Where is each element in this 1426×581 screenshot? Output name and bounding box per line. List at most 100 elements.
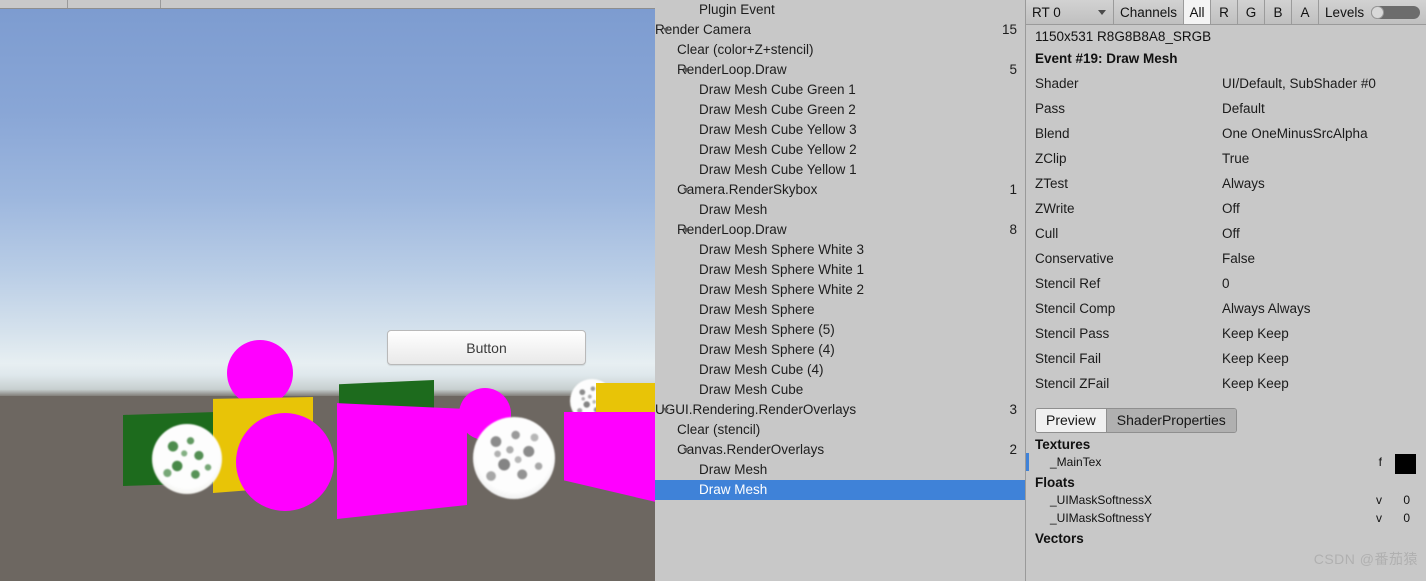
shader-state-key: ZTest (1035, 176, 1069, 191)
shader-state-row: Conservative False (1026, 246, 1426, 271)
channel-a-button[interactable]: A (1292, 0, 1320, 24)
channel-all-button[interactable]: All (1184, 0, 1212, 24)
shader-state-value: Default (1222, 101, 1265, 116)
more-options-icon[interactable] (599, 2, 617, 14)
watermark: CSDN @番茄猿 (1313, 551, 1418, 567)
event-tree-row[interactable]: Draw Mesh Cube Green 1 (655, 80, 1025, 100)
scene-sphere-white-large (473, 417, 555, 499)
float-property-name: _UIMaskSoftnessY (1050, 511, 1153, 525)
scene-cube-yellow-2 (596, 383, 655, 413)
shader-state-key: ZWrite (1035, 201, 1075, 216)
event-tree-list: Plugin Event ▼ Render Camera 15 Clear (color… (655, 0, 1025, 500)
event-tree-row-count: 3 (1009, 402, 1017, 417)
texture-thumbnail[interactable] (1395, 454, 1416, 474)
event-tree-row[interactable]: Clear (stencil) (655, 420, 1025, 440)
event-tree-row[interactable]: ▼ RenderLoop.Draw 5 (655, 60, 1025, 80)
event-tree-row-label: Camera.RenderSkybox (677, 182, 818, 197)
event-tree-row[interactable]: ▼ Render Camera 15 (655, 20, 1025, 40)
event-tree-row[interactable]: Draw Mesh Sphere (5) (655, 320, 1025, 340)
levels-slider-knob[interactable] (1371, 5, 1385, 19)
event-tree-row[interactable]: ▼ RenderLoop.Draw 8 (655, 220, 1025, 240)
tab-preview[interactable]: Preview (1036, 409, 1107, 432)
shader-state-row: Shader UI/Default, SubShader #0 (1026, 71, 1426, 96)
tree-expand-arrow-icon[interactable]: ▼ (679, 220, 693, 240)
event-tree-row[interactable]: Draw Mesh Sphere (655, 300, 1025, 320)
event-tree-row[interactable]: Draw Mesh (655, 480, 1025, 500)
texture-property-row[interactable]: _MainTex f (1026, 453, 1426, 474)
event-tree-row[interactable]: Draw Mesh Cube Yellow 1 (655, 160, 1025, 180)
event-tree-row-count: 5 (1009, 62, 1017, 77)
event-tree-row[interactable]: Draw Mesh Sphere White 1 (655, 260, 1025, 280)
event-tree-row[interactable]: Draw Mesh Sphere (4) (655, 340, 1025, 360)
event-tree-row-label: Draw Mesh Sphere (4) (699, 342, 835, 357)
event-tree-row[interactable]: Draw Mesh Sphere White 3 (655, 240, 1025, 260)
event-tree-row-label: RenderLoop.Draw (677, 62, 787, 77)
shader-state-value: Keep Keep (1222, 326, 1289, 341)
toolbar-divider (67, 0, 68, 8)
levels-slider[interactable] (1371, 5, 1420, 19)
texture-property-flag: f (1378, 455, 1382, 469)
event-tree-row[interactable]: Plugin Event (655, 0, 1025, 20)
event-tree-row[interactable]: Draw Mesh Cube Yellow 2 (655, 140, 1025, 160)
shader-state-row: ZTest Always (1026, 171, 1426, 196)
event-tree-panel[interactable]: Plugin Event ▼ Render Camera 15 Clear (color… (655, 0, 1026, 581)
event-tree-row[interactable]: Draw Mesh Cube Green 2 (655, 100, 1025, 120)
shader-state-key: Stencil Pass (1035, 326, 1110, 341)
preview-tabs[interactable]: Preview ShaderProperties (1035, 408, 1237, 433)
event-tree-row[interactable]: Draw Mesh Cube (655, 380, 1025, 400)
shader-state-row: Stencil Ref 0 (1026, 271, 1426, 296)
levels-label: Levels (1325, 4, 1365, 20)
event-tree-row[interactable]: Clear (color+Z+stencil) (655, 40, 1025, 60)
tab-shaderproperties[interactable]: ShaderProperties (1106, 409, 1236, 432)
float-property-name: _UIMaskSoftnessX (1050, 493, 1153, 507)
shader-state-key: Stencil Ref (1035, 276, 1101, 291)
shader-state-table: Shader UI/Default, SubShader #0 Pass Defaul… (1026, 71, 1426, 396)
event-tree-row-count: 2 (1009, 442, 1017, 457)
tree-expand-arrow-icon[interactable]: ▼ (659, 400, 673, 420)
shader-state-value: Keep Keep (1222, 351, 1289, 366)
shader-state-row: Stencil Fail Keep Keep (1026, 346, 1426, 371)
shader-state-row: ZWrite Off (1026, 196, 1426, 221)
shader-state-key: Stencil Comp (1035, 301, 1116, 316)
tree-expand-arrow-icon[interactable]: ▼ (679, 440, 693, 460)
texture-property-name: _MainTex (1050, 455, 1102, 469)
event-tree-row[interactable]: Draw Mesh Cube Yellow 3 (655, 120, 1025, 140)
shader-state-key: Stencil ZFail (1035, 376, 1110, 391)
ui-button[interactable]: Button (387, 330, 586, 365)
channel-g-button[interactable]: G (1238, 0, 1266, 24)
event-tree-row-label: UGUI.Rendering.RenderOverlays (655, 402, 857, 417)
shader-properties-section: Textures _MainTex f Floats _UIMaskSoftnessX v… (1026, 433, 1426, 547)
event-tree-row-label: Draw Mesh Sphere White 3 (699, 242, 865, 257)
channel-b-button[interactable]: B (1265, 0, 1293, 24)
event-detail-panel: RT 0 Channels All R G B A Levels 1150x53… (1026, 0, 1426, 581)
shader-state-row: ZClip True (1026, 146, 1426, 171)
render-target-dropdown[interactable]: RT 0 (1026, 0, 1114, 24)
event-tree-row[interactable]: Draw Mesh (655, 200, 1025, 220)
shader-state-value: True (1222, 151, 1250, 166)
event-tree-row[interactable]: ▼ Camera.RenderSkybox 1 (655, 180, 1025, 200)
event-tree-row[interactable]: ▼ Canvas.RenderOverlays 2 (655, 440, 1025, 460)
shader-state-value: UI/Default, SubShader #0 (1222, 76, 1376, 91)
shader-state-key: Shader (1035, 76, 1079, 91)
event-tree-row[interactable]: Draw Mesh (655, 460, 1025, 480)
event-tree-row[interactable]: ▼ UGUI.Rendering.RenderOverlays 3 (655, 400, 1025, 420)
event-tree-row-label: Draw Mesh Sphere (5) (699, 322, 835, 337)
channel-r-button[interactable]: R (1211, 0, 1239, 24)
event-tree-row[interactable]: Draw Mesh Cube (4) (655, 360, 1025, 380)
game-view[interactable]: Button (0, 9, 655, 581)
float-property-flag: v (1376, 511, 1382, 525)
tree-expand-arrow-icon[interactable]: ▼ (679, 60, 693, 80)
event-tree-row-label: Clear (color+Z+stencil) (677, 42, 814, 57)
tree-expand-arrow-icon[interactable]: ▼ (659, 20, 673, 40)
tree-expand-arrow-icon[interactable]: ▼ (679, 180, 693, 200)
event-tree-row-label: Draw Mesh (699, 462, 768, 477)
float-property-value: 0 (1403, 511, 1410, 525)
event-tree-row-label: Draw Mesh Cube Green 2 (699, 102, 856, 117)
ui-button-label: Button (466, 339, 507, 356)
event-tree-row-label: Draw Mesh Sphere White 2 (699, 282, 865, 297)
shader-state-value: 0 (1222, 276, 1230, 291)
event-tree-row-label: Draw Mesh Cube (4) (699, 362, 824, 377)
event-tree-row-label: Canvas.RenderOverlays (677, 442, 825, 457)
levels-control[interactable]: Levels (1319, 0, 1426, 24)
event-tree-row[interactable]: Draw Mesh Sphere White 2 (655, 280, 1025, 300)
